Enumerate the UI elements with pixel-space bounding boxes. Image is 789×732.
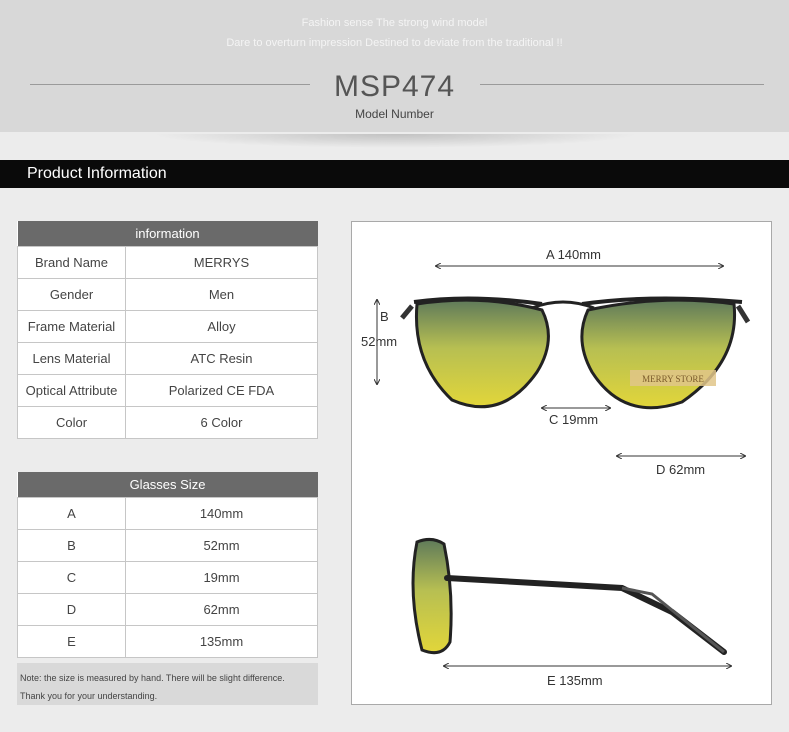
row-key: Lens Material <box>17 341 126 375</box>
row-value: Alloy <box>125 309 318 343</box>
row-key: B <box>17 528 126 562</box>
note-line-2: Thank you for your understanding. <box>20 691 158 701</box>
size-table-header: Glasses Size <box>17 472 318 497</box>
row-value: 19mm <box>125 560 318 594</box>
table-row: D 62mm <box>17 592 318 626</box>
table-row: Frame Material Alloy <box>17 309 318 343</box>
section-title: Product Information <box>27 165 167 182</box>
table-row: Gender Men <box>17 277 318 311</box>
row-key: Gender <box>17 277 126 311</box>
size-table: Glasses Size A 140mm B 52mm C 19mm D 62m… <box>17 472 318 658</box>
dimension-e-label: E 135mm <box>547 673 603 688</box>
row-value: 6 Color <box>125 405 318 439</box>
note-line-1: Note: the size is measured by hand. Ther… <box>20 673 285 683</box>
section-bar: Product Information <box>0 160 789 188</box>
row-value: 140mm <box>125 496 318 530</box>
table-row: Optical Attribute Polarized CE FDA <box>17 373 318 407</box>
table-row: A 140mm <box>17 496 318 530</box>
row-value: Men <box>125 277 318 311</box>
glasses-front-view: MERRY STORE <box>400 296 751 410</box>
watermark: MERRY STORE <box>642 374 704 384</box>
dimension-a-label: A 140mm <box>546 247 601 262</box>
glasses-illustration: MERRY STORE <box>352 222 751 706</box>
section-accent <box>0 160 6 188</box>
model-number-label: Model Number <box>355 107 434 121</box>
table-row: Color 6 Color <box>17 405 318 439</box>
table-row: Lens Material ATC Resin <box>17 341 318 375</box>
row-value: 52mm <box>125 528 318 562</box>
header-banner: Fashion sense The strong wind model Dare… <box>0 0 789 132</box>
banner-shadow <box>150 134 640 148</box>
row-value: MERRYS <box>125 245 318 279</box>
row-key: A <box>17 496 126 530</box>
dimension-b-letter: B <box>380 309 389 324</box>
table-row: E 135mm <box>17 624 318 658</box>
dimension-c-label: C 19mm <box>549 412 599 427</box>
row-value: Polarized CE FDA <box>125 373 318 407</box>
row-value: 135mm <box>125 624 318 658</box>
row-key: E <box>17 624 126 658</box>
row-key: C <box>17 560 126 594</box>
dimension-b-value: 52mm <box>361 334 398 349</box>
row-key: Color <box>17 405 126 439</box>
info-table: information Brand Name MERRYS Gender Men… <box>17 221 318 439</box>
row-key: Frame Material <box>17 309 126 343</box>
tagline-1: Fashion sense The strong wind model <box>301 17 488 29</box>
info-table-header: information <box>17 221 318 246</box>
size-note: Note: the size is measured by hand. Ther… <box>17 663 318 705</box>
table-row: B 52mm <box>17 528 318 562</box>
table-row: C 19mm <box>17 560 318 594</box>
row-value: ATC Resin <box>125 341 318 375</box>
row-key: Brand Name <box>17 245 126 279</box>
tagline-2: Dare to overturn impression Destined to … <box>226 37 563 49</box>
dimension-d-label: D 62mm <box>656 462 706 477</box>
row-key: D <box>17 592 126 626</box>
model-number: MSP474 <box>333 70 456 103</box>
row-key: Optical Attribute <box>17 373 126 407</box>
table-row: Brand Name MERRYS <box>17 245 318 279</box>
row-value: 62mm <box>125 592 318 626</box>
glasses-side-view <box>411 537 727 655</box>
glasses-diagram: MERRY STORE A 140mm B 52mm C 19mm D 62mm… <box>351 221 772 705</box>
